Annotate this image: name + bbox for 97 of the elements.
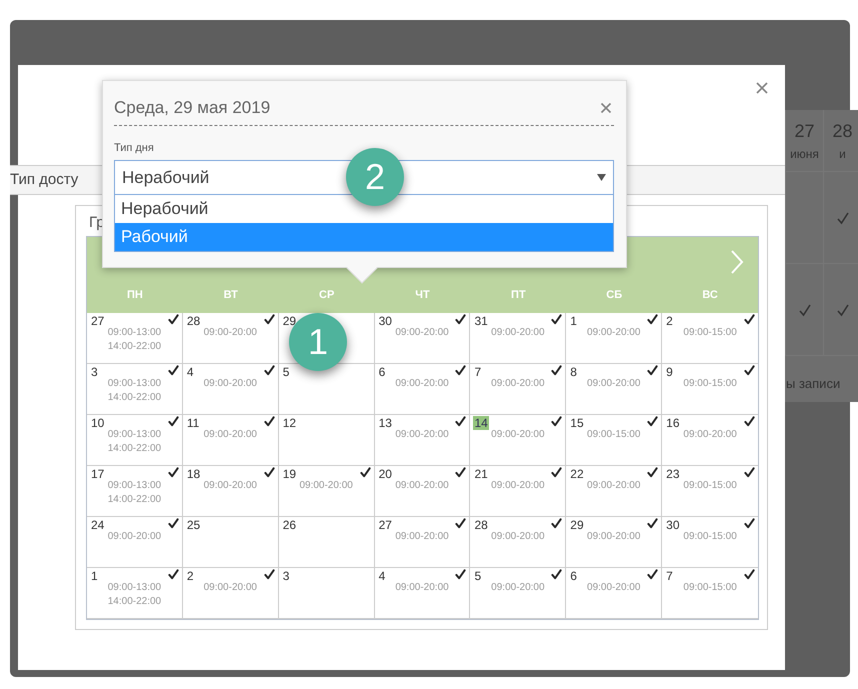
day-number: 28 [186, 314, 202, 328]
time-range: 09:00-15:00 [586, 428, 642, 442]
day-number: 3 [282, 569, 290, 583]
day-number: 14 [473, 416, 489, 430]
day-number: 8 [569, 365, 578, 379]
day-number: 5 [282, 365, 290, 379]
time-range: 09:00-20:00 [394, 326, 450, 340]
weekday-label: ПТ [510, 288, 527, 303]
time-range: 09:00-20:00 [490, 428, 546, 442]
time-range: 09:00-20:00 [202, 479, 258, 493]
day-number: 13 [378, 416, 393, 430]
time-range: 09:00-20:00 [394, 530, 450, 544]
time-range: 09:00-20:00 [490, 377, 546, 391]
time-range: 09:00-20:00 [394, 581, 450, 595]
time-range: 09:00-20:00 [202, 581, 258, 595]
day-number: 11 [186, 416, 200, 430]
weekday-label: СР [318, 288, 336, 303]
day-number: 12 [282, 416, 298, 430]
day-number: 4 [186, 365, 195, 379]
day-number: 10 [90, 416, 106, 430]
time-range: 09:00-20:00 [202, 326, 258, 340]
day-number: 28 [473, 518, 489, 532]
day-number: 7 [473, 365, 482, 379]
weekday-label: ПН [126, 288, 144, 303]
time-range: 09:00-20:00 [682, 428, 738, 442]
day-number: 6 [569, 569, 578, 583]
time-range: 09:00-20:00 [586, 326, 642, 340]
field-label: Тип дня [114, 140, 155, 156]
weekday-label: ЧТ [414, 288, 431, 303]
time-range: 09:00-13:00 [106, 377, 162, 391]
day-number: 18 [186, 467, 202, 481]
day-number: 21 [473, 467, 489, 481]
time-range: 09:00-20:00 [490, 479, 546, 493]
day-number: 27 [378, 518, 393, 532]
day-number: 27 [90, 314, 106, 328]
day-number: 15 [569, 416, 585, 430]
time-range: 09:00-13:00 [106, 428, 162, 442]
day-number: 30 [665, 518, 681, 532]
time-range: 09:00-20:00 [202, 428, 258, 442]
time-range: 14:00-22:00 [106, 595, 162, 609]
time-range: 14:00-22:00 [106, 391, 162, 405]
day-number: 1 [569, 314, 578, 328]
time-range: 09:00-15:00 [682, 326, 738, 340]
time-range: 09:00-20:00 [106, 530, 162, 544]
weekday-label: ВС [701, 288, 719, 303]
day-number: 31 [473, 314, 489, 328]
day-number: 17 [90, 467, 106, 481]
time-range: 14:00-22:00 [106, 340, 162, 354]
day-number: 4 [378, 569, 386, 583]
column-day: 27 [794, 118, 815, 145]
time-range: 09:00-20:00 [586, 377, 642, 391]
time-range: 09:00-20:00 [394, 428, 450, 442]
time-range: 14:00-22:00 [106, 493, 162, 507]
day-number: 7 [665, 569, 674, 583]
time-range: 09:00-20:00 [586, 581, 642, 595]
weekday-label: ВТ [222, 288, 239, 303]
time-range: 09:00-20:00 [490, 581, 546, 595]
time-range: 09:00-15:00 [682, 377, 738, 391]
day-number: 9 [665, 365, 674, 379]
column-month: и [839, 146, 846, 163]
day-number: 2 [186, 569, 195, 583]
day-number: 19 [282, 467, 298, 481]
day-number: 16 [665, 416, 681, 430]
day-number: 26 [282, 518, 298, 532]
time-range: 09:00-20:00 [586, 530, 642, 544]
day-number: 22 [569, 467, 585, 481]
time-range: 14:00-22:00 [106, 442, 162, 456]
day-number: 2 [665, 314, 674, 328]
time-range: 09:00-13:00 [106, 581, 162, 595]
day-number: 6 [378, 365, 386, 379]
weekday-label: СБ [605, 288, 624, 303]
time-range: 09:00-15:00 [682, 530, 738, 544]
column-day: 28 [832, 118, 853, 145]
column-month: июня [790, 146, 819, 163]
day-number: 29 [569, 518, 585, 532]
day-number: 24 [90, 518, 106, 532]
time-range: 09:00-20:00 [298, 479, 354, 493]
time-range: 09:00-20:00 [394, 377, 450, 391]
time-range: 09:00-15:00 [682, 479, 738, 493]
day-number: 23 [665, 467, 681, 481]
time-range: 09:00-20:00 [586, 479, 642, 493]
day-number: 20 [378, 467, 393, 481]
time-range: 09:00-13:00 [106, 326, 162, 340]
day-number: 30 [378, 314, 393, 328]
time-range: 09:00-15:00 [682, 581, 738, 595]
time-range: 09:00-20:00 [490, 326, 546, 340]
popup-title: Среда, 29 мая 2019 [114, 97, 270, 119]
day-number: 25 [186, 518, 202, 532]
time-range: 09:00-20:00 [202, 377, 258, 391]
time-range: 09:00-20:00 [490, 530, 546, 544]
time-range: 09:00-20:00 [394, 479, 450, 493]
day-number: 1 [90, 569, 99, 583]
toolbar-label: Тип досту [10, 170, 78, 190]
time-range: 09:00-13:00 [106, 479, 162, 493]
day-number: 3 [90, 365, 99, 379]
background-label: ы записи [785, 375, 842, 393]
day-number: 5 [473, 569, 482, 583]
